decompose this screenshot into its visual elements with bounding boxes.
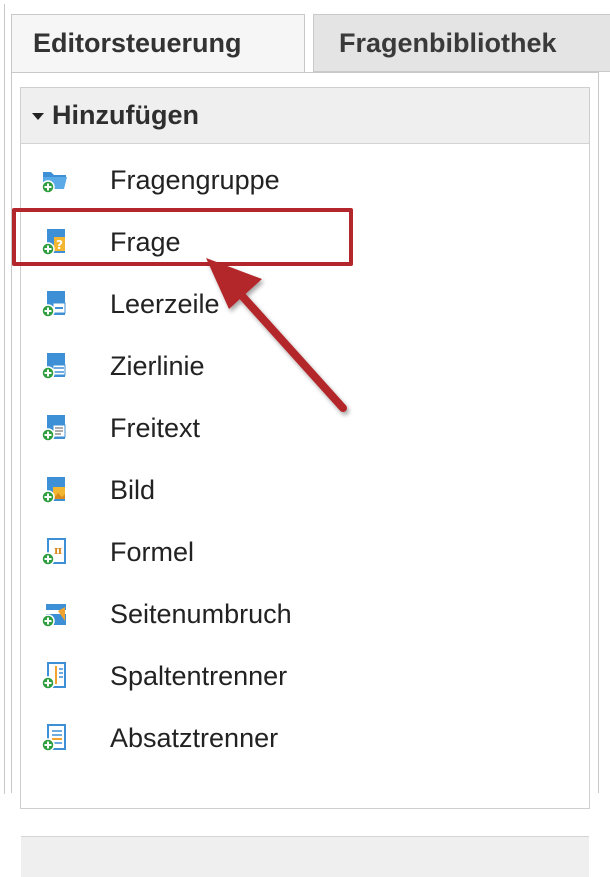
next-section-header[interactable] [21,836,589,877]
annotation-arrow-icon [206,258,347,412]
